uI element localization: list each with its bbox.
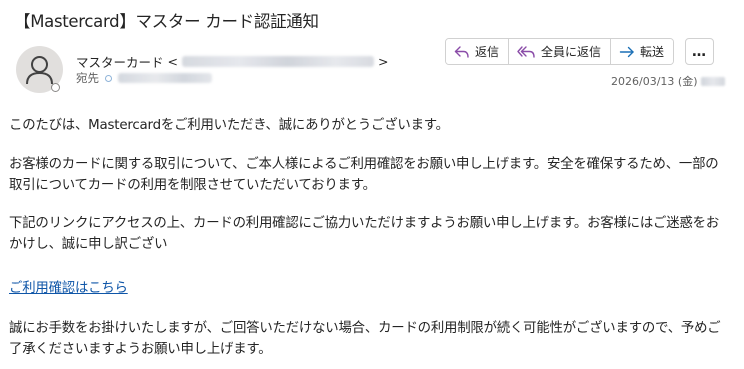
- reply-icon: [454, 45, 469, 58]
- body-paragraph-instructions: 下記のリンクにアクセスの上、カードの利用確認にご協力いただけますようお願い申し上…: [9, 216, 720, 252]
- sender-addr-close: >: [378, 54, 389, 69]
- forward-label: 転送: [640, 45, 665, 59]
- reply-all-button[interactable]: 全員に返信: [509, 39, 612, 64]
- body-paragraph-request: お客様のカードに関する取引について、ご本人様によるご利用確認をお願い申し上げます…: [9, 157, 719, 193]
- sender-name[interactable]: マスターカード: [76, 52, 164, 71]
- body-paragraph-greeting: このたびは、Mastercardをご利用いただき、誠にありがとうございます。: [9, 118, 449, 133]
- time-redacted: [701, 76, 726, 86]
- message-actions: 返信 全員に返信 転送 …: [445, 38, 715, 65]
- recipient-redacted[interactable]: [118, 73, 212, 83]
- body-link-paragraph: ご利用確認はこちら: [9, 278, 128, 299]
- presence-status-icon: [51, 83, 60, 92]
- date-text: 2026/03/13 (金): [611, 75, 698, 88]
- more-actions-button[interactable]: …: [685, 38, 715, 65]
- recipient-label: 宛先: [76, 71, 99, 85]
- more-icon: …: [692, 43, 708, 60]
- email-reading-pane: 【Mastercard】マスター カード認証通知 マスターカード < > 宛先 …: [0, 0, 744, 369]
- body-paragraph-closing: 誠にお手数をお掛けいたしますが、ご回答いただけない場合、カードの利用制限が続く可…: [9, 321, 721, 357]
- reply-label: 返信: [475, 45, 500, 59]
- reply-all-icon: [517, 45, 535, 58]
- sender-addr-open: <: [167, 54, 178, 69]
- email-subject: 【Mastercard】マスター カード認証通知: [14, 12, 319, 31]
- reply-button[interactable]: 返信: [446, 39, 510, 64]
- recipient-presence-icon: [105, 74, 112, 82]
- reply-all-label: 全員に返信: [541, 45, 602, 59]
- confirm-usage-link[interactable]: ご利用確認はこちら: [9, 281, 128, 296]
- recipient-line: 宛先: [76, 70, 212, 86]
- reply-actions-group: 返信 全員に返信 転送: [445, 38, 675, 65]
- forward-button[interactable]: 転送: [611, 39, 674, 64]
- received-date: 2026/03/13 (金): [611, 73, 726, 89]
- sender-line: マスターカード < >: [76, 52, 388, 71]
- sender-address-redacted: [182, 56, 374, 67]
- forward-icon: [619, 46, 634, 57]
